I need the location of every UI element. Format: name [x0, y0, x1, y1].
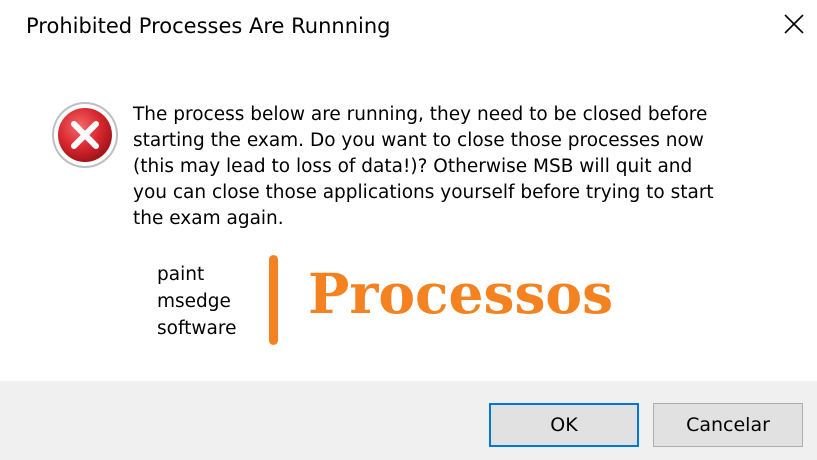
- annotation-text: Processos: [308, 261, 614, 326]
- dialog-message: The process below are running, they need…: [133, 104, 714, 229]
- cancel-button[interactable]: Cancelar: [653, 403, 803, 447]
- ok-button[interactable]: OK: [489, 403, 639, 447]
- close-icon: [784, 14, 804, 34]
- process-item: software: [157, 318, 237, 339]
- process-item: paint: [157, 264, 205, 285]
- error-icon: [50, 100, 120, 170]
- process-item: msedge: [157, 291, 231, 312]
- close-button[interactable]: [770, 0, 817, 50]
- dialog-window: Prohibited Processes Are Runnning The pr…: [0, 0, 817, 460]
- dialog-title: Prohibited Processes Are Runnning: [26, 14, 391, 38]
- process-list: paint msedge software: [157, 261, 236, 342]
- annotation-bar: [269, 255, 278, 345]
